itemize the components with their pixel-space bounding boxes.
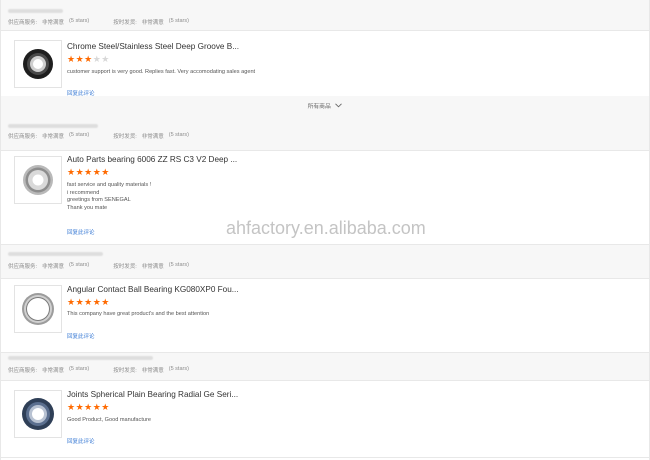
bearing-image (23, 165, 53, 195)
ontime-value: 非常满意 (141, 134, 164, 140)
divider (0, 244, 650, 245)
review-meta: 供应商服务: 非常满意 (5 stars) 按时发货: 非常满意 (5 star… (8, 262, 189, 270)
product-thumbnail[interactable] (14, 40, 62, 88)
ontime-stars: (5 stars) (168, 366, 189, 372)
review-comment: fast service and quality materials ! i r… (67, 182, 151, 212)
review-meta: 供应商服务: 非常满意 (5 stars) 按时发货: 非常满意 (5 star… (8, 18, 189, 26)
ontime-label: 按时发货: (113, 134, 137, 140)
ontime-label: 按时发货: (113, 368, 137, 374)
supplier-service-value: 非常满意 (42, 264, 65, 270)
bearing-image (22, 398, 54, 430)
reply-link[interactable]: 回复此评论 (67, 437, 95, 445)
supplier-service-stars: (5 stars) (69, 132, 90, 138)
ontime-stars: (5 stars) (168, 18, 189, 24)
watermark-text: ahfactory.en.alibaba.com (226, 218, 426, 238)
supplier-service-stars: (5 stars) (69, 262, 90, 268)
divider (0, 278, 650, 279)
review-comment: customer support is very good. Replies f… (67, 69, 255, 77)
ontime-value: 非常满意 (141, 20, 164, 26)
ontime-value: 非常满意 (141, 264, 164, 270)
product-title-link[interactable]: Angular Contact Ball Bearing KG080XP0 Fo… (67, 285, 239, 294)
supplier-service-label: 供应商服务: (8, 20, 38, 26)
reply-link[interactable]: 回复此评论 (67, 332, 95, 340)
show-all-label: 所有商品 (307, 104, 331, 110)
rating-stars: ★★★★★ (67, 167, 110, 177)
reply-link[interactable]: 回复此评论 (67, 89, 95, 97)
bearing-image (22, 293, 54, 325)
supplier-service-stars: (5 stars) (69, 366, 90, 372)
rating-stars: ★★★★★ (67, 297, 110, 307)
review-header-band (0, 244, 650, 278)
divider (0, 380, 650, 381)
rating-stars: ★★★★★ (67, 54, 110, 64)
product-title-link[interactable]: Auto Parts bearing 6006 ZZ RS C3 V2 Deep… (67, 155, 237, 164)
product-thumbnail[interactable] (14, 390, 62, 438)
ontime-label: 按时发货: (113, 264, 137, 270)
ontime-value: 非常满意 (141, 368, 164, 374)
divider (0, 352, 650, 353)
supplier-service-stars: (5 stars) (69, 18, 90, 24)
reply-link[interactable]: 回复此评论 (67, 228, 95, 236)
show-all-toggle[interactable]: 所有商品 (0, 101, 650, 110)
masked-reviewer-name (8, 356, 153, 360)
ontime-stars: (5 stars) (168, 262, 189, 268)
divider (0, 457, 650, 458)
ontime-label: 按时发货: (113, 20, 137, 26)
masked-reviewer-name (8, 252, 103, 256)
product-thumbnail[interactable] (14, 156, 62, 204)
supplier-service-label: 供应商服务: (8, 134, 38, 140)
review-comment: This company have great product's and th… (67, 311, 209, 319)
divider (0, 150, 650, 151)
comment-line: Good Product, Good manufacture (67, 417, 151, 423)
left-border (0, 0, 1, 460)
divider (0, 30, 650, 31)
comment-line: greetings from SENEGAL (67, 197, 131, 204)
supplier-service-label: 供应商服务: (8, 264, 38, 270)
masked-reviewer-name (8, 124, 98, 128)
product-thumbnail[interactable] (14, 285, 62, 333)
comment-line: fast service and quality materials ! (67, 182, 152, 188)
review-meta: 供应商服务: 非常满意 (5 stars) 按时发货: 非常满意 (5 star… (8, 132, 189, 140)
comment-line: This company have great product's and th… (67, 311, 210, 317)
ontime-stars: (5 stars) (168, 132, 189, 138)
product-title-link[interactable]: Chrome Steel/Stainless Steel Deep Groove… (67, 42, 239, 51)
masked-reviewer-name (8, 9, 63, 13)
comment-line: Thank you mate (67, 204, 108, 211)
supplier-service-value: 非常满意 (42, 20, 65, 26)
supplier-service-value: 非常满意 (42, 134, 65, 140)
chevron-down-icon (335, 103, 343, 110)
review-meta: 供应商服务: 非常满意 (5 stars) 按时发货: 非常满意 (5 star… (8, 366, 189, 374)
comment-line: i recommend (67, 189, 100, 196)
rating-stars: ★★★★★ (67, 402, 110, 412)
product-title-link[interactable]: Joints Spherical Plain Bearing Radial Ge… (67, 390, 238, 399)
bearing-image (23, 49, 53, 79)
review-comment: Good Product, Good manufacture (67, 417, 151, 425)
supplier-service-value: 非常满意 (42, 368, 65, 374)
comment-line: customer support is very good. Replies f… (67, 69, 256, 75)
supplier-service-label: 供应商服务: (8, 368, 38, 374)
